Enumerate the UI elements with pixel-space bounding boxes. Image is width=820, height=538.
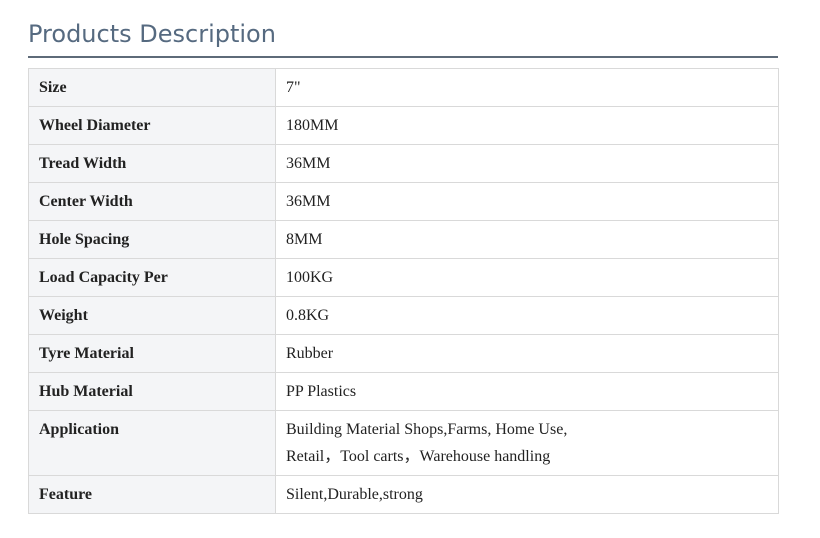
spec-value: 8MM xyxy=(275,220,779,259)
spec-label: Hub Material xyxy=(28,372,276,411)
spec-value: 36MM xyxy=(275,182,779,221)
table-row: Tread Width 36MM xyxy=(28,144,779,183)
spec-value: PP Plastics xyxy=(275,372,779,411)
spec-label: Wheel Diameter xyxy=(28,106,276,145)
spec-value: Building Material Shops,Farms, Home Use,… xyxy=(275,410,779,476)
table-row: Wheel Diameter 180MM xyxy=(28,106,779,145)
table-row: Center Width 36MM xyxy=(28,182,779,221)
table-row: Hole Spacing 8MM xyxy=(28,220,779,259)
table-row: Load Capacity Per 100KG xyxy=(28,258,779,297)
table-row: Hub Material PP Plastics xyxy=(28,372,779,411)
table-row: Application Building Material Shops,Farm… xyxy=(28,410,779,476)
spec-label: Center Width xyxy=(28,182,276,221)
spec-label: Hole Spacing xyxy=(28,220,276,259)
spec-label: Application xyxy=(28,410,276,476)
spec-value-line: Building Material Shops,Farms, Home Use, xyxy=(286,421,568,438)
spec-value: Rubber xyxy=(275,334,779,373)
spec-label: Size xyxy=(28,68,276,107)
spec-value-line: Retail，Tool carts，Warehouse handling xyxy=(286,448,551,465)
spec-value: 100KG xyxy=(275,258,779,297)
spec-value: Silent,Durable,strong xyxy=(275,475,779,514)
table-row: Feature Silent,Durable,strong xyxy=(28,475,779,514)
table-row: Size 7" xyxy=(28,68,779,107)
spec-value: 180MM xyxy=(275,106,779,145)
products-description-section: Products Description Size 7" Wheel Diame… xyxy=(28,14,779,514)
spec-label: Weight xyxy=(28,296,276,335)
spec-label: Load Capacity Per xyxy=(28,258,276,297)
spec-value: 36MM xyxy=(275,144,779,183)
table-row: Tyre Material Rubber xyxy=(28,334,779,373)
spec-label: Feature xyxy=(28,475,276,514)
spec-label: Tyre Material xyxy=(28,334,276,373)
section-title: Products Description xyxy=(28,20,276,48)
spec-value: 0.8KG xyxy=(275,296,779,335)
title-divider xyxy=(28,56,778,58)
spec-value: 7" xyxy=(275,68,779,107)
spec-table: Size 7" Wheel Diameter 180MM Tread Width… xyxy=(28,68,779,514)
spec-label: Tread Width xyxy=(28,144,276,183)
table-row: Weight 0.8KG xyxy=(28,296,779,335)
